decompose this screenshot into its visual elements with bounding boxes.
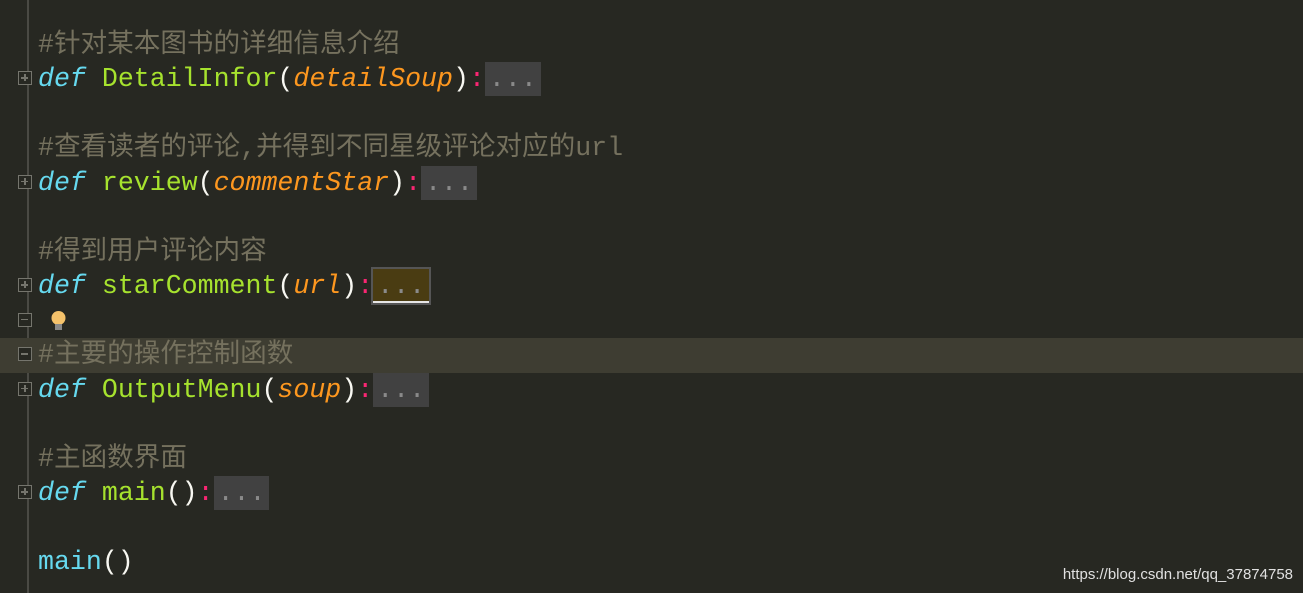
- paren: ): [341, 374, 358, 405]
- paren: ): [341, 271, 358, 301]
- code-line-current[interactable]: #主要的操作控制函数: [0, 338, 1303, 373]
- plus-square-icon[interactable]: [18, 174, 32, 189]
- comment: #得到用户评论内容: [38, 236, 267, 267]
- paren: (: [261, 374, 278, 405]
- keyword: def: [38, 167, 86, 198]
- keyword: def: [38, 374, 86, 405]
- colon: :: [357, 374, 374, 405]
- parameter: commentStar: [213, 167, 390, 198]
- function-name: main: [101, 478, 166, 508]
- folded-code-button[interactable]: ...: [421, 165, 477, 200]
- keyword: def: [38, 271, 86, 301]
- keyword: def: [38, 478, 86, 508]
- plus-square-icon[interactable]: [18, 71, 32, 85]
- colon: :: [468, 64, 485, 94]
- keyword: def: [38, 64, 86, 94]
- plus-square-icon[interactable]: [18, 381, 32, 396]
- colon: :: [197, 478, 214, 508]
- paren: ): [389, 167, 406, 198]
- code-line[interactable]: def starComment(url):...: [0, 267, 1303, 305]
- code-line[interactable]: [0, 304, 1303, 339]
- parameter: url: [293, 271, 342, 301]
- comment: #主函数界面: [38, 443, 187, 474]
- colon: :: [357, 271, 374, 301]
- paren: (: [277, 64, 294, 94]
- paren: (): [101, 547, 134, 577]
- code-line[interactable]: #针对某本图书的详细信息介绍: [0, 28, 1303, 63]
- code-line[interactable]: def DetailInfor(detailSoup):...: [0, 62, 1303, 97]
- parameter: soup: [277, 374, 342, 405]
- folded-code-button[interactable]: ...: [371, 267, 432, 305]
- folded-code-button[interactable]: ...: [373, 372, 430, 407]
- function-name: starComment: [101, 271, 278, 301]
- paren: (: [277, 271, 294, 301]
- function-name: DetailInfor: [101, 64, 278, 94]
- parameter: detailSoup: [293, 64, 453, 94]
- folded-code-button[interactable]: ...: [213, 476, 270, 510]
- plus-square-icon[interactable]: [18, 485, 32, 499]
- paren: ): [452, 64, 469, 94]
- code-line[interactable]: #主函数界面: [0, 442, 1303, 477]
- lightbulb-icon[interactable]: [50, 310, 67, 332]
- code-line[interactable]: #得到用户评论内容: [0, 235, 1303, 270]
- colon: :: [405, 167, 422, 198]
- comment: #查看读者的评论,并得到不同星级评论对应的url: [38, 133, 624, 163]
- minus-square-icon[interactable]: [18, 347, 32, 361]
- comment: #主要的操作控制函数: [38, 340, 294, 370]
- function-name: review: [101, 167, 198, 198]
- code-line[interactable]: def review(commentStar):...: [0, 165, 1303, 201]
- fold-end-icon[interactable]: [18, 312, 32, 327]
- comment: #针对某本图书的详细信息介绍: [38, 29, 400, 60]
- plus-square-icon[interactable]: [18, 278, 32, 292]
- code-line[interactable]: #查看读者的评论,并得到不同星级评论对应的url: [0, 131, 1303, 166]
- code-line[interactable]: def OutputMenu(soup):...: [0, 372, 1303, 408]
- code-line[interactable]: def main():...: [0, 476, 1303, 511]
- function-call: main: [38, 547, 102, 577]
- paren: (: [197, 167, 214, 198]
- function-name: OutputMenu: [101, 374, 262, 405]
- watermark: https://blog.csdn.net/qq_37874758: [1062, 566, 1293, 583]
- paren: (): [165, 478, 198, 508]
- folded-code-button[interactable]: ...: [484, 62, 541, 96]
